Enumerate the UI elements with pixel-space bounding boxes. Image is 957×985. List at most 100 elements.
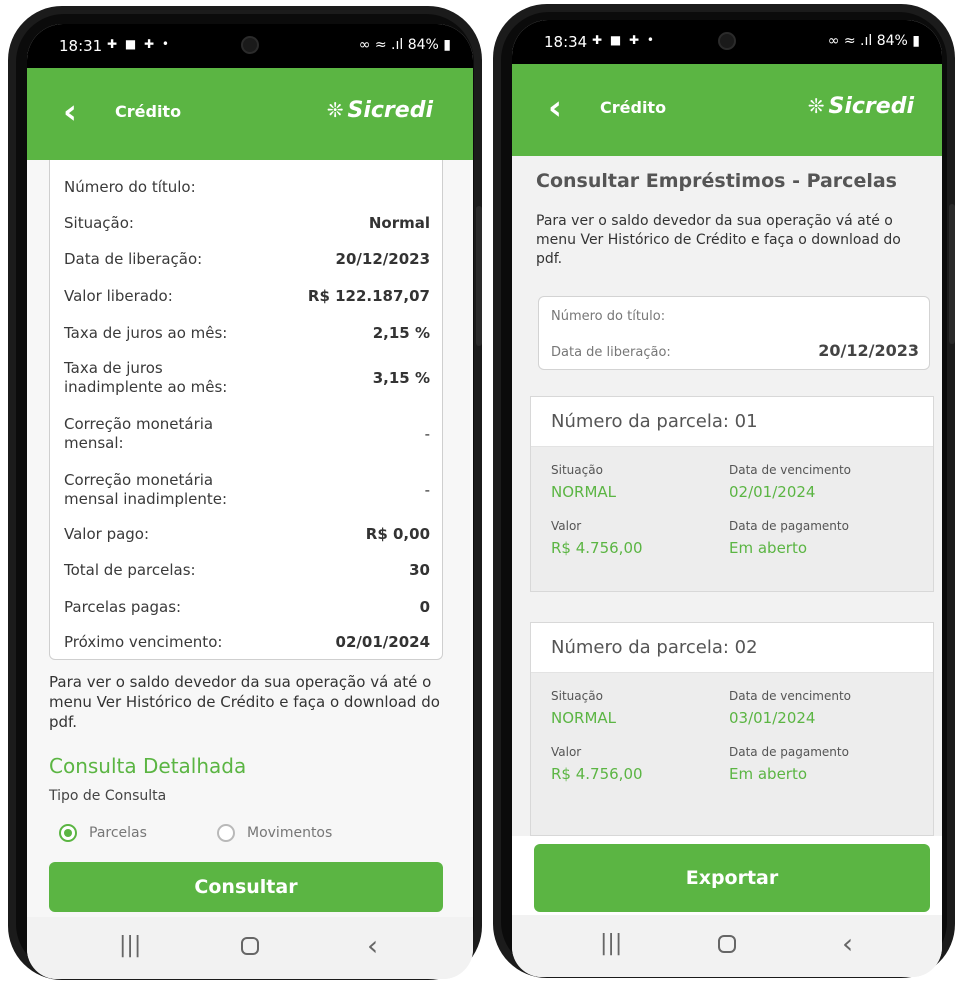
back-arrow-icon[interactable]: ‹ [63, 92, 77, 132]
recent-apps-icon[interactable]: ||| [119, 933, 141, 958]
detail-value: 20/12/2023 [335, 250, 430, 268]
vencimento-value: 03/01/2024 [729, 709, 816, 727]
back-arrow-icon[interactable]: ‹ [548, 88, 562, 128]
detail-label: Correção monetária [64, 471, 214, 489]
credit-details-content: Número do título: Situação: Normal Data … [27, 160, 473, 920]
detail-value: 30 [409, 561, 430, 579]
pagamento-value: Em aberto [729, 765, 808, 783]
bottom-action-area: Exportar [512, 836, 942, 915]
header-title: Crédito [115, 102, 182, 121]
app-header: ‹ Crédito ❊ Sicredi [27, 68, 473, 160]
vencimento-label: Data de vencimento [729, 463, 852, 477]
detail-value: 3,15 % [372, 369, 430, 387]
detail-value: - [424, 481, 430, 499]
detail-value: 02/01/2024 [335, 633, 430, 651]
brand-name: Sicredi [828, 94, 915, 119]
side-button [476, 206, 482, 346]
status-time: 18:34 [544, 33, 588, 51]
radio-parcelas[interactable]: Parcelas [59, 824, 179, 844]
side-button [949, 204, 955, 344]
recent-apps-icon[interactable]: ||| [600, 931, 622, 956]
exportar-button[interactable]: Exportar [534, 844, 930, 912]
installment-title: Número da parcela: 01 [551, 411, 758, 432]
detail-row: Taxa de juros inadimplente ao mês: 3,15 … [64, 359, 430, 399]
pagamento-label: Data de pagamento [729, 745, 849, 759]
front-camera-icon [718, 32, 736, 50]
nav-back-icon[interactable]: ‹ [367, 929, 378, 962]
screen-right: 18:34 ✚ ■ ✚ • ∞ ≈ .ıl 84% ▮ ‹ Crédito ❊ S… [512, 20, 942, 977]
detail-value: - [424, 425, 430, 443]
detail-label: Parcelas pagas: [64, 598, 182, 616]
valor-value: R$ 4.756,00 [551, 765, 643, 783]
status-bar: 18:31 ✚ ■ ✚ • ∞ ≈ .ıl 84% ▮ [27, 24, 473, 68]
detail-label: Data de liberação: [64, 250, 203, 268]
detail-label-line2: mensal inadimplente: [64, 490, 228, 508]
front-camera-icon [241, 36, 259, 54]
detail-label: Taxa de juros ao mês: [64, 324, 228, 342]
detail-label: Valor pago: [64, 525, 150, 543]
home-icon[interactable] [241, 937, 259, 955]
section-title: Consulta Detalhada [49, 754, 247, 778]
installment-card[interactable]: Número da parcela: 02 Situação NORMAL Da… [530, 622, 934, 836]
detail-label-line2: inadimplente ao mês: [64, 378, 228, 396]
status-time: 18:31 [59, 37, 103, 55]
detail-label-line2: mensal: [64, 434, 124, 452]
vencimento-value: 02/01/2024 [729, 483, 816, 501]
detail-label: Total de parcelas: [64, 561, 196, 579]
android-nav-bar: ||| ‹ [512, 915, 942, 977]
installment-header: Número da parcela: 02 [531, 623, 933, 673]
numero-titulo-label: Número do título: [551, 309, 666, 324]
info-text: Para ver o saldo devedor da sua operação… [536, 213, 901, 267]
detail-label: Situação: [64, 214, 134, 232]
detail-label: Próximo vencimento: [64, 633, 223, 651]
installment-card[interactable]: Número da parcela: 01 Situação NORMAL Da… [530, 396, 934, 592]
screenshot-composite: 18:31 ✚ ■ ✚ • ∞ ≈ .ıl 84% ▮ ‹ Crédito ❊ S… [0, 0, 957, 985]
notification-icons: ✚ ■ ✚ • [107, 37, 171, 51]
sicredi-logo: ❊ Sicredi [808, 94, 914, 119]
situacao-label: Situação [551, 463, 603, 477]
system-status-icons: ∞ ≈ .ıl 84% ▮ [827, 33, 920, 49]
system-status-icons: ∞ ≈ .ıl 84% ▮ [358, 37, 451, 53]
phone-frame-left: 18:31 ✚ ■ ✚ • ∞ ≈ .ıl 84% ▮ ‹ Crédito ❊ S… [8, 6, 482, 980]
valor-value: R$ 4.756,00 [551, 539, 643, 557]
header-title: Crédito [600, 98, 667, 117]
data-liberacao-value: 20/12/2023 [818, 341, 919, 360]
detail-label: Correção monetária [64, 415, 214, 433]
android-nav-bar: ||| ‹ [27, 917, 473, 979]
radio-movimentos[interactable]: Movimentos [217, 824, 367, 844]
detail-value: Normal [368, 214, 430, 232]
brand-name: Sicredi [347, 98, 434, 123]
detail-row: Correção monetária mensal: - [64, 415, 430, 455]
sicredi-mark-icon: ❊ [326, 98, 344, 122]
installment-header: Número da parcela: 01 [531, 397, 933, 447]
credit-details-card: Número do título: Situação: Normal Data … [49, 160, 443, 660]
data-liberacao-label: Data de liberação: [551, 345, 671, 360]
detail-label: Valor liberado: [64, 287, 173, 305]
detail-label: Taxa de juros [64, 359, 163, 377]
radio-selected-icon [59, 824, 77, 842]
valor-label: Valor [551, 519, 582, 533]
notification-icons: ✚ ■ ✚ • [592, 33, 656, 47]
situacao-value: NORMAL [551, 483, 617, 501]
detail-value: R$ 0,00 [365, 525, 430, 543]
detail-value: 0 [419, 598, 430, 616]
detail-label: Número do título: [64, 178, 196, 196]
valor-label: Valor [551, 745, 582, 759]
screen-left: 18:31 ✚ ■ ✚ • ∞ ≈ .ıl 84% ▮ ‹ Crédito ❊ S… [27, 24, 473, 979]
loan-summary-card: Número do título: Data de liberação: 20/… [538, 296, 930, 370]
nav-back-icon[interactable]: ‹ [842, 927, 853, 960]
consultar-button[interactable]: Consultar [49, 862, 443, 912]
status-bar: 18:34 ✚ ■ ✚ • ∞ ≈ .ıl 84% ▮ [512, 20, 942, 64]
phone-frame-right: 18:34 ✚ ■ ✚ • ∞ ≈ .ıl 84% ▮ ‹ Crédito ❊ S… [493, 4, 955, 978]
consult-type-label: Tipo de Consulta [49, 788, 167, 804]
pagamento-value: Em aberto [729, 539, 808, 557]
installment-title: Número da parcela: 02 [551, 637, 758, 658]
vencimento-label: Data de vencimento [729, 689, 852, 703]
radio-label: Parcelas [89, 825, 147, 841]
radio-unselected-icon [217, 824, 235, 842]
pagamento-label: Data de pagamento [729, 519, 849, 533]
sicredi-logo: ❊ Sicredi [327, 98, 433, 123]
situacao-value: NORMAL [551, 709, 617, 727]
home-icon[interactable] [718, 935, 736, 953]
app-header: ‹ Crédito ❊ Sicredi [512, 64, 942, 156]
